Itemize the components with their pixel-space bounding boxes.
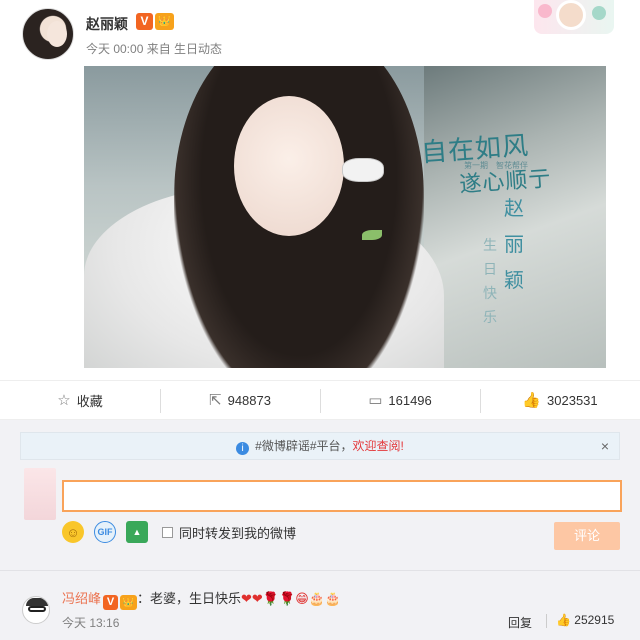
thumbs-up-icon: 👍 [522, 392, 542, 409]
emoji-icon[interactable]: ☺ [62, 521, 84, 543]
comment-button[interactable]: ▭ 161496 [320, 381, 480, 419]
notice-link[interactable]: 欢迎查阅! [353, 439, 404, 453]
leaf-icon [362, 230, 382, 240]
star-icon: ☆ [57, 392, 71, 409]
comment-icon: ▭ [368, 392, 383, 409]
post-header: 赵丽颖 V 👑 今天 00:00 来自 生日动态 [0, 0, 640, 66]
comment-input[interactable] [62, 480, 622, 512]
comment-text-line: 冯绍峰 V 👑 ：老婆，生日快乐❤❤🌹🌹😁🎂🎂 [62, 588, 341, 610]
commenter-name[interactable]: 冯绍峰 [62, 591, 101, 606]
weibo-post-page: 赵丽颖 V 👑 今天 00:00 来自 生日动态 自在如风 遂心顺亍 第一期 智… [0, 0, 640, 640]
divider [546, 614, 547, 628]
divider [0, 570, 640, 571]
like-count: 3023531 [547, 392, 598, 408]
share-icon: ⇱ [209, 392, 222, 409]
image-icon[interactable]: ▲ [126, 521, 148, 543]
poster-subtitle: 第一期 智花帮伴 [464, 161, 528, 170]
comment-like-button[interactable]: 👍 252915 [556, 613, 614, 627]
favorite-button[interactable]: ☆ 收藏 [0, 381, 160, 419]
verified-icon: V [136, 13, 153, 30]
forward-button[interactable]: ⇱ 948873 [160, 381, 320, 419]
comment-time: 今天 13:16 [62, 616, 120, 630]
favorite-label: 收藏 [76, 393, 103, 409]
action-bar: ☆ 收藏 ⇱ 948873 ▭ 161496 👍 3023531 [0, 380, 640, 420]
verified-icon: V [103, 595, 119, 610]
my-avatar [24, 468, 56, 520]
thumbs-up-icon: 👍 [556, 613, 575, 627]
post-image[interactable]: 自在如风 遂心顺亍 第一期 智花帮伴 赵丽颖 生日快乐 [84, 66, 606, 368]
author-avatar[interactable] [22, 8, 74, 60]
comment-emojis: ❤❤🌹🌹😁🎂🎂 [241, 591, 342, 606]
post-meta: 今天 00:00 来自 生日动态 [86, 42, 223, 56]
close-icon[interactable]: × [601, 433, 609, 459]
vip-crown-icon: 👑 [120, 595, 138, 610]
forward-checkbox-label: 同时转发到我的微博 [179, 525, 297, 541]
commenter-avatar[interactable] [22, 596, 50, 624]
comment-count: 161496 [388, 392, 432, 408]
hair-clip [342, 158, 384, 182]
submit-comment-button[interactable]: 评论 [554, 522, 620, 550]
card-decoration [534, 0, 614, 34]
comment-text: ：老婆，生日快乐 [137, 591, 242, 606]
author-name[interactable]: 赵丽颖 [86, 14, 128, 34]
info-icon: i [236, 442, 250, 455]
reply-button[interactable]: 回复 [508, 614, 532, 631]
comment-tools: ☺ GIF ▲ 同时转发到我的微博 [62, 520, 296, 544]
notice-text: #微博辟谣#平台， [255, 439, 353, 453]
comment-like-count: 252915 [574, 613, 615, 627]
notice-banner: i #微博辟谣#平台，欢迎查阅! × [20, 432, 620, 460]
like-button[interactable]: 👍 3023531 [480, 381, 640, 419]
comment-panel: i #微博辟谣#平台，欢迎查阅! × ☺ GIF ▲ 同时转发到我的微博 评论 冯… [0, 420, 640, 640]
vip-crown-icon: 👑 [155, 13, 174, 30]
poster-vertical-name: 赵丽颖 [504, 196, 524, 292]
gif-icon[interactable]: GIF [94, 521, 116, 543]
poster-vertical-text: 生日快乐 [483, 238, 497, 326]
forward-checkbox[interactable] [162, 526, 173, 538]
forward-count: 948873 [227, 392, 271, 408]
